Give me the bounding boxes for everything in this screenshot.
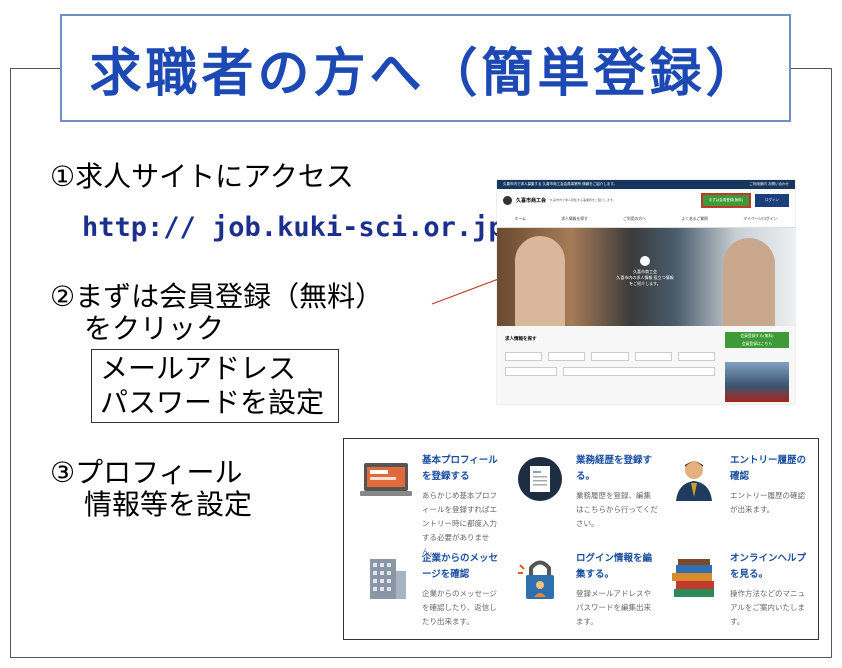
site-header: 久喜市商工会 久喜市内で求人募集する事業所をご紹介します。 まずは会員登録(無料… bbox=[497, 189, 795, 211]
books-icon bbox=[672, 559, 714, 597]
feature-desc: 操作方法などのマニュアルをご案内いたします。 bbox=[730, 589, 805, 626]
feature-title: エントリー履歴の確認 bbox=[730, 455, 807, 482]
feature-online-help[interactable]: オンラインヘルプを見る。 操作方法などのマニュアルをご案内いたします。 bbox=[660, 549, 810, 639]
feature-desc: 企業からのメッセージを確認したり、返信したり出来ます。 bbox=[422, 589, 497, 626]
site-topbar: 久喜市内で求人募集する 久喜市商工会会員事業所 情報をご紹介します。 ご利用案内… bbox=[497, 180, 795, 189]
businessman-icon bbox=[676, 461, 712, 501]
document-icon bbox=[518, 457, 562, 501]
search-section: 求人情報を探す 会員登録する(無料) 会員登録はこちら bbox=[497, 326, 795, 404]
cta-sublabel: 会員登録はこちら bbox=[741, 341, 773, 346]
hero-person-left bbox=[515, 236, 565, 326]
feature-title: 業務経歴を登録する。 bbox=[576, 455, 653, 482]
hero-person-right bbox=[723, 238, 775, 326]
search-select[interactable] bbox=[591, 352, 629, 361]
feature-desc: 登録メールアドレスやパスワードを編集出来ます。 bbox=[576, 589, 651, 626]
search-select[interactable] bbox=[677, 352, 716, 361]
feature-title: ログイン情報を編集する。 bbox=[576, 553, 653, 580]
search-select[interactable] bbox=[548, 352, 586, 361]
feature-work-history[interactable]: 業務経歴を登録する。 業務履歴を登録、編集はこちらから行ってください。 bbox=[506, 451, 658, 541]
nav-item-mypage[interactable]: マイページログイン bbox=[743, 216, 777, 222]
feature-entry-history[interactable]: エントリー履歴の確認 エントリー履歴の確認が出来ます。 bbox=[660, 451, 810, 541]
hero-center: 久喜市商工会 久喜市内の求人情報 役立つ情報をご紹介します。 bbox=[615, 256, 675, 287]
feature-desc: エントリー履歴の確認が出来ます。 bbox=[730, 491, 805, 514]
feature-title: 基本プロフィールを登録する bbox=[422, 455, 498, 482]
side-banner-image[interactable] bbox=[725, 362, 789, 402]
feature-messages[interactable]: 企業からのメッセージを確認 企業からのメッセージを確認したり、返信したり出来ます… bbox=[352, 549, 502, 639]
website-screenshot: 久喜市内で求人募集する 久喜市商工会会員事業所 情報をご紹介します。 ご利用案内… bbox=[497, 180, 795, 404]
hero-text: 久喜市内の求人情報 役立つ情報をご紹介します。 bbox=[616, 275, 674, 286]
site-nav: ホーム 求人情報を探す ご利用の方へ よくあるご質問 マイページログイン bbox=[497, 211, 795, 228]
logo-mark-icon bbox=[503, 195, 512, 205]
register-button[interactable]: まずは会員登録(無料) bbox=[700, 192, 751, 208]
hero-logo-icon bbox=[640, 256, 650, 266]
search-select[interactable] bbox=[505, 352, 543, 361]
cta-label: 会員登録する(無料) bbox=[740, 333, 774, 338]
search-title: 求人情報を探す bbox=[505, 337, 537, 342]
feature-desc: 業務履歴を登録、編集はこちらから行ってください。 bbox=[576, 491, 658, 528]
login-button[interactable]: ログイン bbox=[755, 193, 789, 207]
feature-title: 企業からのメッセージを確認 bbox=[422, 553, 499, 580]
profile-panel: 基本プロフィールを登録する あらかじめ基本プロフィールを登録すればエントリー時に… bbox=[343, 438, 819, 640]
building-icon bbox=[370, 559, 406, 599]
search-form bbox=[505, 352, 716, 382]
nav-item-search[interactable]: 求人情報を探す bbox=[561, 216, 588, 222]
nav-item-faq[interactable]: よくあるご質問 bbox=[681, 216, 708, 222]
feature-login-info[interactable]: ログイン情報を編集する。 登録メールアドレスやパスワードを編集出来ます。 bbox=[506, 549, 656, 639]
lock-icon bbox=[518, 560, 554, 599]
hero-banner: 久喜市商工会 久喜市内の求人情報 役立つ情報をご紹介します。 bbox=[497, 228, 795, 326]
header-tagline: 久喜市内で求人募集する事業所をご紹介します。 bbox=[550, 198, 616, 202]
search-input[interactable] bbox=[505, 367, 557, 376]
feature-title: オンラインヘルプを見る。 bbox=[730, 553, 807, 580]
topbar-right-text[interactable]: ご利用案内 お問い合わせ bbox=[749, 182, 789, 187]
site-logo[interactable]: 久喜市商工会 bbox=[516, 197, 546, 204]
keyword-input[interactable] bbox=[563, 367, 715, 376]
feature-basic-profile[interactable]: 基本プロフィールを登録する あらかじめ基本プロフィールを登録すればエントリー時に… bbox=[352, 451, 502, 556]
register-cta-button[interactable]: 会員登録する(無料) 会員登録はこちら bbox=[725, 332, 789, 348]
nav-item-guide[interactable]: ご利用の方へ bbox=[623, 216, 646, 222]
topbar-left-text: 久喜市内で求人募集する 久喜市商工会会員事業所 情報をご紹介します。 bbox=[503, 182, 617, 186]
nav-item-home[interactable]: ホーム bbox=[515, 216, 526, 222]
laptop-icon bbox=[360, 463, 412, 496]
search-select[interactable] bbox=[634, 352, 672, 361]
